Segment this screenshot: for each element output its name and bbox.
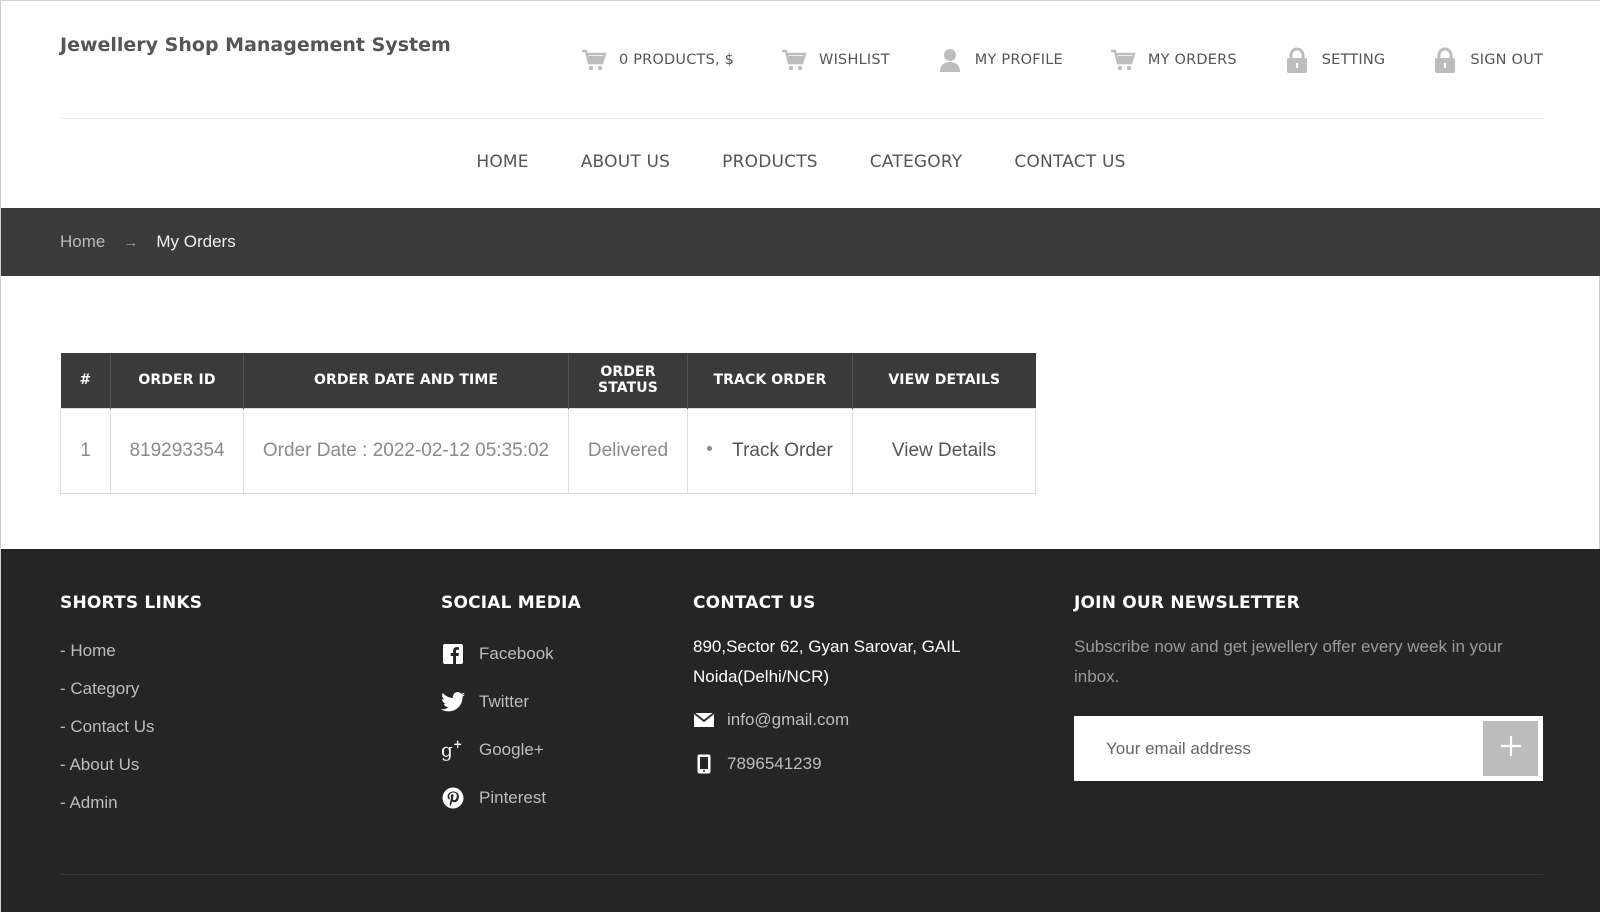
col-header-view-details: VIEW DETAILS xyxy=(852,353,1036,408)
mainnav-contact-us[interactable]: CONTACT US xyxy=(1014,152,1125,172)
social-facebook[interactable]: Facebook xyxy=(441,630,581,678)
footer-contact-heading: CONTACT US xyxy=(693,593,816,613)
social-google-plus-label: Google+ xyxy=(479,740,544,759)
facebook-icon xyxy=(441,642,465,666)
order-number: 1 xyxy=(60,407,111,494)
footer-phone-row: 7896541239 xyxy=(693,748,993,780)
cart-icon xyxy=(581,47,607,73)
topnav-setting-label: SETTING xyxy=(1321,52,1386,68)
lock-icon xyxy=(1284,47,1310,73)
twitter-icon xyxy=(441,690,465,714)
social-pinterest-label: Pinterest xyxy=(479,788,547,807)
col-header-number: # xyxy=(60,353,111,408)
topnav-sign-out[interactable]: SIGN OUT xyxy=(1432,47,1543,73)
table-row: 1 819293354 Order Date : 2022-02-12 05:3… xyxy=(60,407,1036,494)
footer-link-about-us[interactable]: - About Us xyxy=(60,754,202,792)
col-header-order-date: ORDER DATE AND TIME xyxy=(243,353,569,408)
breadcrumb-arrow-icon: → xyxy=(123,233,139,251)
footer-divider xyxy=(60,874,1543,875)
cart-icon xyxy=(1110,47,1136,73)
topnav-wishlist[interactable]: WISHLIST xyxy=(781,47,890,73)
phone-icon xyxy=(693,753,715,775)
topnav-my-orders-label: MY ORDERS xyxy=(1147,52,1237,68)
view-details-link[interactable]: View Details xyxy=(892,440,996,461)
footer-social-heading: SOCIAL MEDIA xyxy=(441,593,581,613)
main-nav: HOME ABOUT US PRODUCTS CATEGORY CONTACT … xyxy=(1,152,1600,172)
newsletter-form xyxy=(1074,716,1543,781)
header-divider xyxy=(60,118,1543,119)
breadcrumb-home-link[interactable]: Home xyxy=(60,232,105,252)
lock-icon xyxy=(1432,47,1458,73)
svg-text:g: g xyxy=(441,740,453,761)
site-footer: SHORTS LINKS - Home - Category - Contact… xyxy=(1,549,1600,912)
newsletter-subscribe-button[interactable] xyxy=(1483,721,1538,776)
footer-links-heading: SHORTS LINKS xyxy=(60,593,203,613)
topnav-my-profile-label: MY PROFILE xyxy=(974,52,1063,68)
footer-link-admin[interactable]: - Admin xyxy=(60,792,202,830)
social-google-plus[interactable]: g + Google+ xyxy=(441,726,581,774)
footer-email[interactable]: info@gmail.com xyxy=(727,710,849,730)
footer-social-media: SOCIAL MEDIA Facebook Twitter g + Google+… xyxy=(441,593,581,822)
breadcrumb: Home → My Orders xyxy=(1,208,1600,276)
view-details-cell: View Details xyxy=(852,407,1036,494)
topnav-sign-out-label: SIGN OUT xyxy=(1470,52,1543,68)
topnav-cart[interactable]: 0 PRODUCTS, $ xyxy=(581,47,734,73)
col-header-track-order: TRACK ORDER xyxy=(687,353,853,408)
social-pinterest[interactable]: Pinterest xyxy=(441,774,581,822)
mainnav-category[interactable]: CATEGORY xyxy=(870,152,963,172)
col-header-order-status: ORDER STATUS xyxy=(568,353,688,408)
top-nav: 0 PRODUCTS, $ WISHLIST MY PROFILE MY ORD… xyxy=(581,47,1543,73)
footer-newsletter-text: Subscribe now and get jewellery offer ev… xyxy=(1074,637,1503,686)
newsletter-email-input[interactable] xyxy=(1074,716,1474,781)
order-date: Order Date : 2022-02-12 05:35:02 xyxy=(243,407,569,494)
mainnav-home[interactable]: HOME xyxy=(476,152,528,172)
track-order-link[interactable]: Track Order xyxy=(732,440,833,461)
social-twitter-label: Twitter xyxy=(479,692,530,711)
orders-header-row: # ORDER ID ORDER DATE AND TIME ORDER STA… xyxy=(60,353,1036,408)
topnav-cart-label: 0 PRODUCTS, $ xyxy=(618,52,735,68)
bullet-icon xyxy=(707,445,713,451)
track-order-cell: Track Order xyxy=(687,407,853,494)
footer-link-contact-us[interactable]: - Contact Us xyxy=(60,716,202,754)
footer-newsletter: JOIN OUR NEWSLETTER Subscribe now and ge… xyxy=(1074,593,1544,781)
footer-link-category[interactable]: - Category xyxy=(60,678,202,716)
orders-table: # ORDER ID ORDER DATE AND TIME ORDER STA… xyxy=(60,353,1036,494)
col-header-order-id: ORDER ID xyxy=(110,353,244,408)
footer-phone: 7896541239 xyxy=(727,754,822,773)
order-id: 819293354 xyxy=(110,407,244,494)
google-plus-icon: g + xyxy=(441,738,465,762)
topnav-my-orders[interactable]: MY ORDERS xyxy=(1110,47,1237,73)
svg-text:+: + xyxy=(453,738,462,751)
order-status: Delivered xyxy=(568,407,688,494)
footer-address: 890,Sector 62, Gyan Sarovar, GAIL Noida(… xyxy=(693,637,960,686)
footer-email-row: info@gmail.com xyxy=(693,704,993,736)
envelope-icon xyxy=(693,709,715,731)
social-twitter[interactable]: Twitter xyxy=(441,678,581,726)
breadcrumb-current: My Orders xyxy=(156,232,236,251)
footer-contact: CONTACT US 890,Sector 62, Gyan Sarovar, … xyxy=(693,593,993,780)
topnav-setting[interactable]: SETTING xyxy=(1284,47,1386,73)
pinterest-icon xyxy=(441,786,465,810)
site-brand[interactable]: Jewellery Shop Management System xyxy=(60,34,451,56)
social-facebook-label: Facebook xyxy=(479,644,554,663)
site-header: Jewellery Shop Management System 0 PRODU… xyxy=(1,1,1600,208)
topnav-wishlist-label: WISHLIST xyxy=(819,52,890,68)
footer-link-home[interactable]: - Home xyxy=(60,640,202,678)
footer-newsletter-heading: JOIN OUR NEWSLETTER xyxy=(1074,593,1300,613)
mainnav-products[interactable]: PRODUCTS xyxy=(722,152,818,172)
user-icon xyxy=(937,47,963,73)
plus-icon xyxy=(1500,735,1522,762)
topnav-my-profile[interactable]: MY PROFILE xyxy=(937,47,1063,73)
mainnav-about-us[interactable]: ABOUT US xyxy=(581,152,670,172)
footer-short-links: SHORTS LINKS - Home - Category - Contact… xyxy=(60,593,202,830)
cart-icon xyxy=(781,47,807,73)
